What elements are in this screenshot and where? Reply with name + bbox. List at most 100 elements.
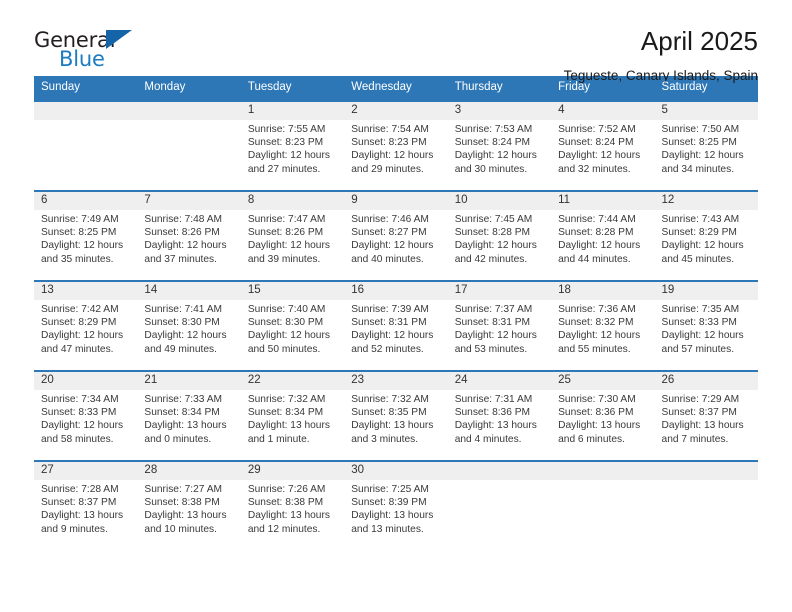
- weekday-header-thursday: Thursday: [447, 76, 552, 101]
- daylight-duration-line1: Daylight: 13 hours: [351, 420, 434, 432]
- day-number: 8: [240, 192, 345, 210]
- sunset-time: Sunset: 8:26 PM: [247, 227, 324, 239]
- daylight-duration-line1: Daylight: 13 hours: [247, 510, 330, 522]
- day-number: 21: [137, 372, 241, 390]
- weekday-header-wednesday: Wednesday: [344, 76, 448, 101]
- day-cell[interactable]: 15 Sunrise: 7:40 AM Sunset: 8:30 PM Dayligh…: [240, 280, 345, 371]
- day-number: [34, 102, 138, 120]
- day-cell-inner: 22 Sunrise: 7:32 AM Sunset: 8:34 PM Dayligh…: [240, 372, 345, 460]
- day-cell[interactable]: 21 Sunrise: 7:33 AM Sunset: 8:34 PM Dayligh…: [137, 370, 241, 461]
- daylight-duration-line1: Daylight: 12 hours: [454, 150, 537, 162]
- day-details: Sunrise: 7:53 AM Sunset: 8:24 PM Daylight:…: [448, 120, 551, 176]
- page-header: General Blue April 2025 Tegueste, Canary…: [34, 0, 758, 83]
- sunrise-time: Sunrise: 7:28 AM: [41, 484, 119, 495]
- day-cell[interactable]: 12 Sunrise: 7:43 AM Sunset: 8:29 PM Dayligh…: [654, 190, 758, 281]
- day-number: 3: [447, 102, 552, 120]
- day-details: Sunrise: 7:43 AM Sunset: 8:29 PM Daylight:…: [655, 210, 758, 266]
- month-calendar-table: Sunday Monday Tuesday Wednesday Thursday…: [34, 76, 758, 551]
- day-cell-inner: 17 Sunrise: 7:37 AM Sunset: 8:31 PM Dayligh…: [447, 282, 552, 370]
- day-number: 7: [137, 192, 241, 210]
- day-cell[interactable]: 13 Sunrise: 7:42 AM Sunset: 8:29 PM Dayligh…: [34, 280, 138, 371]
- day-cell[interactable]: 5 Sunrise: 7:50 AM Sunset: 8:25 PM Daylight…: [654, 100, 758, 191]
- daylight-duration-line2: and 50 minutes.: [247, 343, 321, 355]
- daylight-duration-line2: and 45 minutes.: [661, 253, 735, 265]
- day-details: Sunrise: 7:55 AM Sunset: 8:23 PM Daylight:…: [241, 120, 344, 176]
- day-number: 28: [137, 462, 241, 480]
- day-cell[interactable]: 18 Sunrise: 7:36 AM Sunset: 8:32 PM Dayligh…: [551, 280, 655, 371]
- day-cell[interactable]: 2 Sunrise: 7:54 AM Sunset: 8:23 PM Daylight…: [344, 100, 448, 191]
- day-cell-inner: 20 Sunrise: 7:34 AM Sunset: 8:33 PM Dayligh…: [34, 372, 138, 460]
- day-cell[interactable]: 29 Sunrise: 7:26 AM Sunset: 8:38 PM Dayligh…: [240, 460, 345, 551]
- daylight-duration-line1: Daylight: 12 hours: [247, 240, 330, 252]
- day-cell[interactable]: 17 Sunrise: 7:37 AM Sunset: 8:31 PM Dayligh…: [447, 280, 552, 371]
- day-cell-inner: 27 Sunrise: 7:28 AM Sunset: 8:37 PM Dayligh…: [34, 462, 138, 550]
- day-cell[interactable]: 19 Sunrise: 7:35 AM Sunset: 8:33 PM Dayligh…: [654, 280, 758, 371]
- daylight-duration-line1: Daylight: 12 hours: [144, 240, 227, 252]
- day-cell[interactable]: 28 Sunrise: 7:27 AM Sunset: 8:38 PM Dayligh…: [137, 460, 241, 551]
- sunrise-time: Sunrise: 7:27 AM: [144, 484, 223, 495]
- day-cell[interactable]: 7 Sunrise: 7:48 AM Sunset: 8:26 PM Daylight…: [137, 190, 241, 281]
- weekday-header-monday: Monday: [137, 76, 241, 101]
- day-cell[interactable]: 1 Sunrise: 7:55 AM Sunset: 8:23 PM Daylight…: [240, 100, 345, 191]
- daylight-duration-line1: Daylight: 13 hours: [661, 420, 744, 432]
- day-cell[interactable]: 24 Sunrise: 7:31 AM Sunset: 8:36 PM Dayligh…: [447, 370, 552, 461]
- day-details: [551, 480, 654, 483]
- daylight-duration-line1: Daylight: 13 hours: [41, 510, 124, 522]
- day-cell[interactable]: 8 Sunrise: 7:47 AM Sunset: 8:26 PM Daylight…: [240, 190, 345, 281]
- day-cell[interactable]: 27 Sunrise: 7:28 AM Sunset: 8:37 PM Dayligh…: [34, 460, 138, 551]
- day-details: Sunrise: 7:39 AM Sunset: 8:31 PM Daylight:…: [344, 300, 447, 356]
- sunset-time: Sunset: 8:25 PM: [41, 227, 117, 239]
- day-cell[interactable]: 20 Sunrise: 7:34 AM Sunset: 8:33 PM Dayligh…: [34, 370, 138, 461]
- sunset-time: Sunset: 8:29 PM: [41, 317, 117, 329]
- day-cell[interactable]: 16 Sunrise: 7:39 AM Sunset: 8:31 PM Dayligh…: [344, 280, 448, 371]
- daylight-duration-line2: and 52 minutes.: [351, 343, 424, 355]
- daylight-duration-line1: Daylight: 13 hours: [454, 420, 537, 432]
- sunset-time: Sunset: 8:36 PM: [454, 407, 531, 419]
- sunrise-time: Sunrise: 7:32 AM: [247, 394, 326, 405]
- day-cell[interactable]: 23 Sunrise: 7:32 AM Sunset: 8:35 PM Dayligh…: [344, 370, 448, 461]
- daylight-duration-line2: and 13 minutes.: [351, 523, 424, 535]
- day-cell[interactable]: 11 Sunrise: 7:44 AM Sunset: 8:28 PM Dayligh…: [551, 190, 655, 281]
- day-cell[interactable]: 10 Sunrise: 7:45 AM Sunset: 8:28 PM Dayligh…: [447, 190, 552, 281]
- day-number: 11: [551, 192, 655, 210]
- sunrise-time: Sunrise: 7:44 AM: [558, 214, 636, 225]
- daylight-duration-line2: and 39 minutes.: [247, 253, 321, 265]
- day-cell[interactable]: 9 Sunrise: 7:46 AM Sunset: 8:27 PM Daylight…: [344, 190, 448, 281]
- daylight-duration-line2: and 6 minutes.: [558, 433, 625, 445]
- sunset-time: Sunset: 8:36 PM: [558, 407, 634, 419]
- sunset-time: Sunset: 8:35 PM: [351, 407, 427, 419]
- daylight-duration-line2: and 9 minutes.: [41, 523, 108, 535]
- day-cell[interactable]: 14 Sunrise: 7:41 AM Sunset: 8:30 PM Dayligh…: [137, 280, 241, 371]
- daylight-duration-line2: and 55 minutes.: [558, 343, 631, 355]
- day-cell-inner: 28 Sunrise: 7:27 AM Sunset: 8:38 PM Dayligh…: [137, 462, 241, 550]
- general-blue-logo[interactable]: General Blue: [34, 26, 152, 74]
- day-cell[interactable]: 6 Sunrise: 7:49 AM Sunset: 8:25 PM Daylight…: [34, 190, 138, 281]
- sunset-time: Sunset: 8:31 PM: [351, 317, 427, 329]
- logo-text-blue: Blue: [59, 47, 105, 71]
- day-cell[interactable]: 25 Sunrise: 7:30 AM Sunset: 8:36 PM Dayligh…: [551, 370, 655, 461]
- sunset-time: Sunset: 8:38 PM: [144, 497, 220, 509]
- sunset-time: Sunset: 8:33 PM: [661, 317, 737, 329]
- page-title: April 2025: [640, 26, 758, 56]
- day-cell[interactable]: 4 Sunrise: 7:52 AM Sunset: 8:24 PM Daylight…: [551, 100, 655, 191]
- day-number: 29: [240, 462, 345, 480]
- day-cell-empty: [137, 100, 241, 191]
- day-cell[interactable]: 3 Sunrise: 7:53 AM Sunset: 8:24 PM Daylight…: [447, 100, 552, 191]
- day-cell-inner: [137, 102, 241, 190]
- day-number: 9: [344, 192, 448, 210]
- daylight-duration-line1: Daylight: 12 hours: [41, 240, 124, 252]
- day-cell[interactable]: 30 Sunrise: 7:25 AM Sunset: 8:39 PM Dayligh…: [344, 460, 448, 551]
- day-cell-inner: 10 Sunrise: 7:45 AM Sunset: 8:28 PM Dayligh…: [447, 192, 552, 280]
- day-cell-inner: 2 Sunrise: 7:54 AM Sunset: 8:23 PM Daylight…: [344, 102, 448, 190]
- daylight-duration-line2: and 1 minute.: [247, 433, 310, 445]
- day-cell-empty: [654, 460, 758, 551]
- day-number: 14: [137, 282, 241, 300]
- daylight-duration-line1: Daylight: 13 hours: [351, 510, 434, 522]
- day-cell-inner: 1 Sunrise: 7:55 AM Sunset: 8:23 PM Daylight…: [240, 102, 345, 190]
- day-details: Sunrise: 7:34 AM Sunset: 8:33 PM Daylight:…: [34, 390, 137, 446]
- day-cell-inner: [551, 462, 655, 550]
- day-cell[interactable]: 22 Sunrise: 7:32 AM Sunset: 8:34 PM Dayligh…: [240, 370, 345, 461]
- sunset-time: Sunset: 8:26 PM: [144, 227, 220, 239]
- day-cell[interactable]: 26 Sunrise: 7:29 AM Sunset: 8:37 PM Dayligh…: [654, 370, 758, 461]
- day-details: Sunrise: 7:47 AM Sunset: 8:26 PM Daylight:…: [241, 210, 344, 266]
